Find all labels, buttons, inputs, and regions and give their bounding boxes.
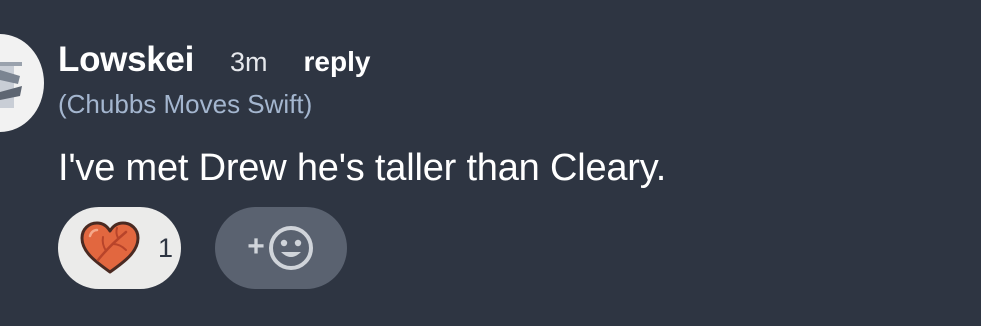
timestamp: 3m <box>230 47 268 77</box>
reactions-bar: 1 + <box>58 207 347 289</box>
add-reaction-button[interactable]: + <box>215 207 347 289</box>
avatar[interactable] <box>0 34 44 132</box>
reply-button[interactable]: reply <box>304 46 371 78</box>
smiley-icon <box>268 226 313 270</box>
comment-header: Lowskei 3m reply <box>58 40 370 80</box>
heart-icon <box>80 221 140 274</box>
reaction-count: 1 <box>158 232 174 263</box>
plus-icon: + <box>247 230 265 263</box>
comment-body: I've met Drew he's taller than Cleary. <box>58 147 667 189</box>
comment: Lowskei 3m reply (Chubbs Moves Swift) I'… <box>0 0 981 326</box>
avatar-image-icon <box>0 62 22 108</box>
username-link[interactable]: Lowskei <box>58 40 194 80</box>
user-flair: (Chubbs Moves Swift) <box>58 89 313 119</box>
heart-reaction-button[interactable]: 1 <box>58 207 181 289</box>
